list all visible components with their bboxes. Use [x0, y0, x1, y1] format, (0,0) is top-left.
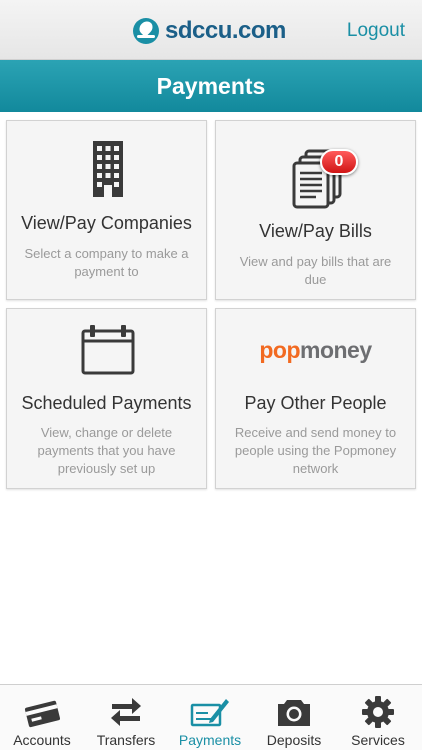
- view-pay-bills-tile[interactable]: 0 View/Pay Bills View and pay bills that…: [215, 120, 416, 300]
- transfer-arrows-icon: [111, 698, 141, 726]
- tile-description: Select a company to make a payment to: [24, 246, 189, 279]
- tile-title: View/Pay Bills: [259, 221, 372, 241]
- tile-description: View and pay bills that are due: [239, 254, 392, 287]
- tab-label: Accounts: [13, 732, 71, 748]
- tab-services[interactable]: Services: [336, 685, 420, 750]
- calendar-icon: [81, 325, 135, 375]
- tab-payments[interactable]: Payments: [168, 685, 252, 750]
- camera-icon: [278, 700, 310, 726]
- popmoney-logo: popmoney: [216, 337, 415, 364]
- tab-transfers[interactable]: Transfers: [84, 685, 168, 750]
- top-bar: sdccu.com Logout: [0, 0, 422, 60]
- logout-button[interactable]: Logout: [347, 20, 405, 42]
- view-pay-companies-tile[interactable]: View/Pay Companies Select a company to m…: [6, 120, 207, 300]
- popmoney-logo-pop: pop: [259, 337, 300, 363]
- tile-title: View/Pay Companies: [21, 213, 192, 233]
- tile-title: Pay Other People: [244, 393, 387, 413]
- bills-count-badge: 0: [320, 149, 358, 175]
- brand-text: sdccu.com: [165, 17, 286, 44]
- tab-label: Deposits: [266, 732, 322, 748]
- gear-icon: [362, 696, 394, 728]
- tab-label: Transfers: [96, 732, 156, 748]
- tile-title: Scheduled Payments: [21, 393, 192, 413]
- tab-deposits[interactable]: Deposits: [252, 685, 336, 750]
- bottom-tab-bar: Accounts Transfers Payments Deposits Ser…: [0, 684, 422, 750]
- sdccu-logo-icon: [133, 18, 159, 44]
- credit-card-icon: [24, 700, 61, 728]
- tile-description: View, change or delete payments that you…: [37, 425, 176, 476]
- tab-label: Services: [351, 732, 405, 748]
- tile-description: Receive and send money to people using t…: [234, 425, 397, 476]
- tab-accounts[interactable]: Accounts: [0, 685, 84, 750]
- building-icon: [93, 141, 123, 197]
- badge-count: 0: [334, 153, 344, 170]
- popmoney-logo-money: money: [300, 337, 372, 363]
- pay-other-people-tile[interactable]: popmoney Pay Other People Receive and se…: [215, 308, 416, 489]
- sdccu-logo: sdccu.com: [133, 16, 286, 46]
- payment-check-icon: [190, 699, 229, 727]
- scheduled-payments-tile[interactable]: Scheduled Payments View, change or delet…: [6, 308, 207, 489]
- page-title: Payments: [156, 73, 266, 99]
- title-bar: Payments: [0, 60, 422, 112]
- tab-label: Payments: [178, 732, 242, 748]
